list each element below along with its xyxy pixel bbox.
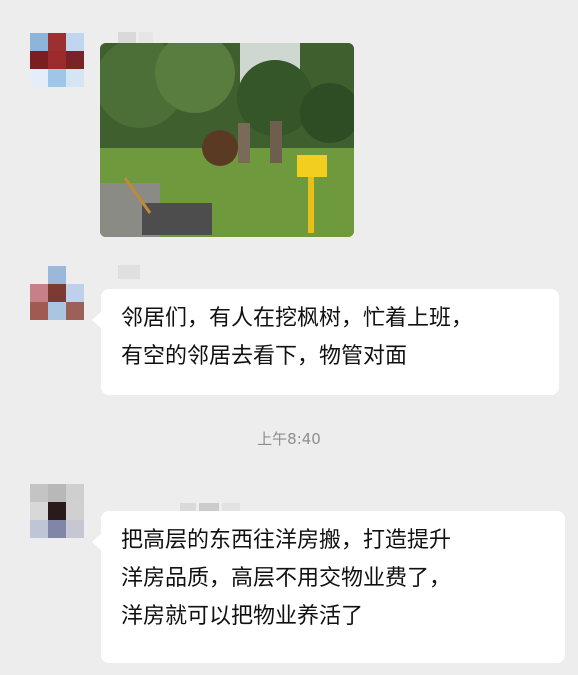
- garden-photo-icon: [100, 43, 354, 237]
- message-text: 把高层的东西往洋房搬，打造提升: [121, 528, 452, 553]
- timestamp: 上午8:40: [257, 430, 321, 448]
- message-bubble[interactable]: 邻居们，有人在挖枫树，忙着上班， 有空的邻居去看下，物管对面: [92, 289, 559, 395]
- message-text: 邻居们，有人在挖枫树，忙着上班，: [121, 306, 474, 331]
- message-text: 洋房就可以把物业养活了: [121, 604, 364, 629]
- sender-name: [118, 265, 140, 279]
- chat-image[interactable]: [100, 43, 354, 237]
- avatar[interactable]: [30, 484, 84, 538]
- avatar[interactable]: [30, 33, 84, 87]
- avatar[interactable]: [30, 266, 84, 320]
- message-bubble[interactable]: 把高层的东西往洋房搬，打造提升 洋房品质，高层不用交物业费了， 洋房就可以把物业…: [92, 511, 565, 663]
- message-text: 有空的邻居去看下，物管对面: [121, 344, 408, 369]
- message-text: 洋房品质，高层不用交物业费了，: [121, 566, 452, 591]
